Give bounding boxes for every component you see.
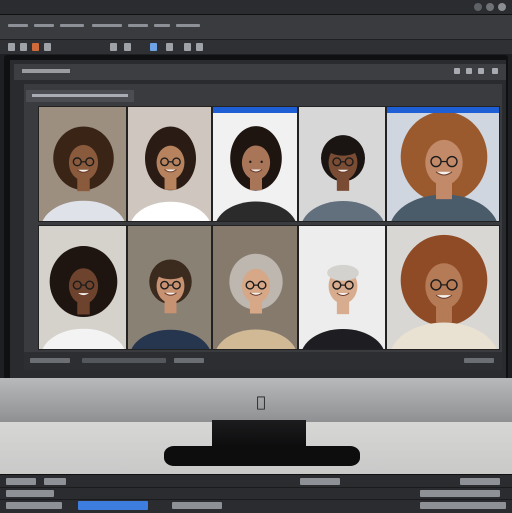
portrait-tile[interactable] bbox=[386, 106, 500, 222]
toolbar bbox=[0, 40, 512, 54]
menu-item[interactable] bbox=[154, 24, 170, 27]
gallery-header bbox=[26, 90, 134, 102]
portrait-image bbox=[216, 126, 296, 221]
menu-item[interactable] bbox=[60, 24, 84, 27]
app-title-bar bbox=[0, 0, 512, 15]
portrait-tile[interactable] bbox=[38, 225, 127, 350]
tile-accent-band bbox=[387, 107, 499, 113]
menu-item[interactable] bbox=[92, 24, 122, 27]
crop-icon[interactable] bbox=[44, 43, 51, 51]
inner-window-title-bar bbox=[14, 64, 506, 80]
layers-icon[interactable] bbox=[20, 43, 27, 51]
menu-item[interactable] bbox=[128, 24, 148, 27]
status-segment bbox=[82, 358, 166, 363]
portrait-image bbox=[216, 253, 296, 349]
taskbar-item[interactable] bbox=[6, 502, 62, 509]
taskbar-item[interactable] bbox=[300, 478, 340, 485]
menu-item[interactable] bbox=[176, 24, 200, 27]
portrait-image bbox=[42, 246, 125, 349]
grid-icon[interactable] bbox=[124, 43, 131, 51]
settings-icon[interactable] bbox=[150, 43, 157, 51]
tool-icon[interactable] bbox=[478, 68, 484, 74]
taskbar-item[interactable] bbox=[420, 502, 506, 509]
portrait-tile[interactable] bbox=[38, 106, 127, 222]
taskbar-item[interactable] bbox=[420, 490, 500, 497]
arrange-icon[interactable] bbox=[166, 43, 173, 51]
portrait-image bbox=[391, 111, 497, 221]
status-segment bbox=[30, 358, 70, 363]
frame-icon[interactable] bbox=[110, 43, 117, 51]
maximize-icon[interactable] bbox=[486, 3, 494, 11]
tool-icon[interactable] bbox=[466, 68, 472, 74]
apple-logo-icon:  bbox=[253, 394, 269, 410]
tool-icon[interactable] bbox=[184, 43, 191, 51]
portrait-tile[interactable] bbox=[386, 225, 500, 350]
portrait-image bbox=[131, 259, 210, 349]
brush-icon[interactable] bbox=[32, 43, 39, 51]
taskbar-item[interactable] bbox=[6, 478, 36, 485]
tool-icon[interactable] bbox=[196, 43, 203, 51]
menu-item[interactable] bbox=[8, 24, 28, 27]
monitor-stand-base bbox=[164, 446, 360, 466]
taskbar-item[interactable] bbox=[44, 478, 66, 485]
portrait-tile[interactable] bbox=[298, 225, 386, 350]
portrait-image bbox=[131, 126, 210, 221]
portrait-tile[interactable] bbox=[127, 106, 212, 222]
portrait-tile[interactable] bbox=[212, 106, 298, 222]
close-icon[interactable] bbox=[498, 3, 506, 11]
portrait-image bbox=[391, 234, 497, 349]
minimize-icon[interactable] bbox=[474, 3, 482, 11]
portrait-image bbox=[42, 126, 125, 221]
tile-accent-band bbox=[213, 107, 297, 113]
tool-icon[interactable] bbox=[454, 68, 460, 74]
inner-window-title bbox=[22, 69, 70, 73]
taskbar-item[interactable] bbox=[172, 502, 222, 509]
portrait-image bbox=[302, 264, 384, 349]
status-segment bbox=[174, 358, 204, 363]
portrait-tile[interactable] bbox=[212, 225, 298, 350]
portrait-tile[interactable] bbox=[127, 225, 212, 350]
menu-bar bbox=[0, 15, 512, 39]
document-icon[interactable] bbox=[8, 43, 15, 51]
portrait-tile[interactable] bbox=[298, 106, 386, 222]
menu-item[interactable] bbox=[34, 24, 54, 27]
taskbar-item[interactable] bbox=[460, 478, 500, 485]
portrait-image bbox=[302, 135, 384, 221]
tool-icon[interactable] bbox=[492, 68, 498, 74]
status-segment bbox=[464, 358, 494, 363]
gallery-header-label bbox=[32, 94, 128, 97]
taskbar-item[interactable] bbox=[6, 490, 54, 497]
bottom-taskbar bbox=[0, 474, 512, 513]
screen-status-bar bbox=[24, 352, 502, 370]
taskbar-active-app[interactable] bbox=[78, 501, 148, 510]
